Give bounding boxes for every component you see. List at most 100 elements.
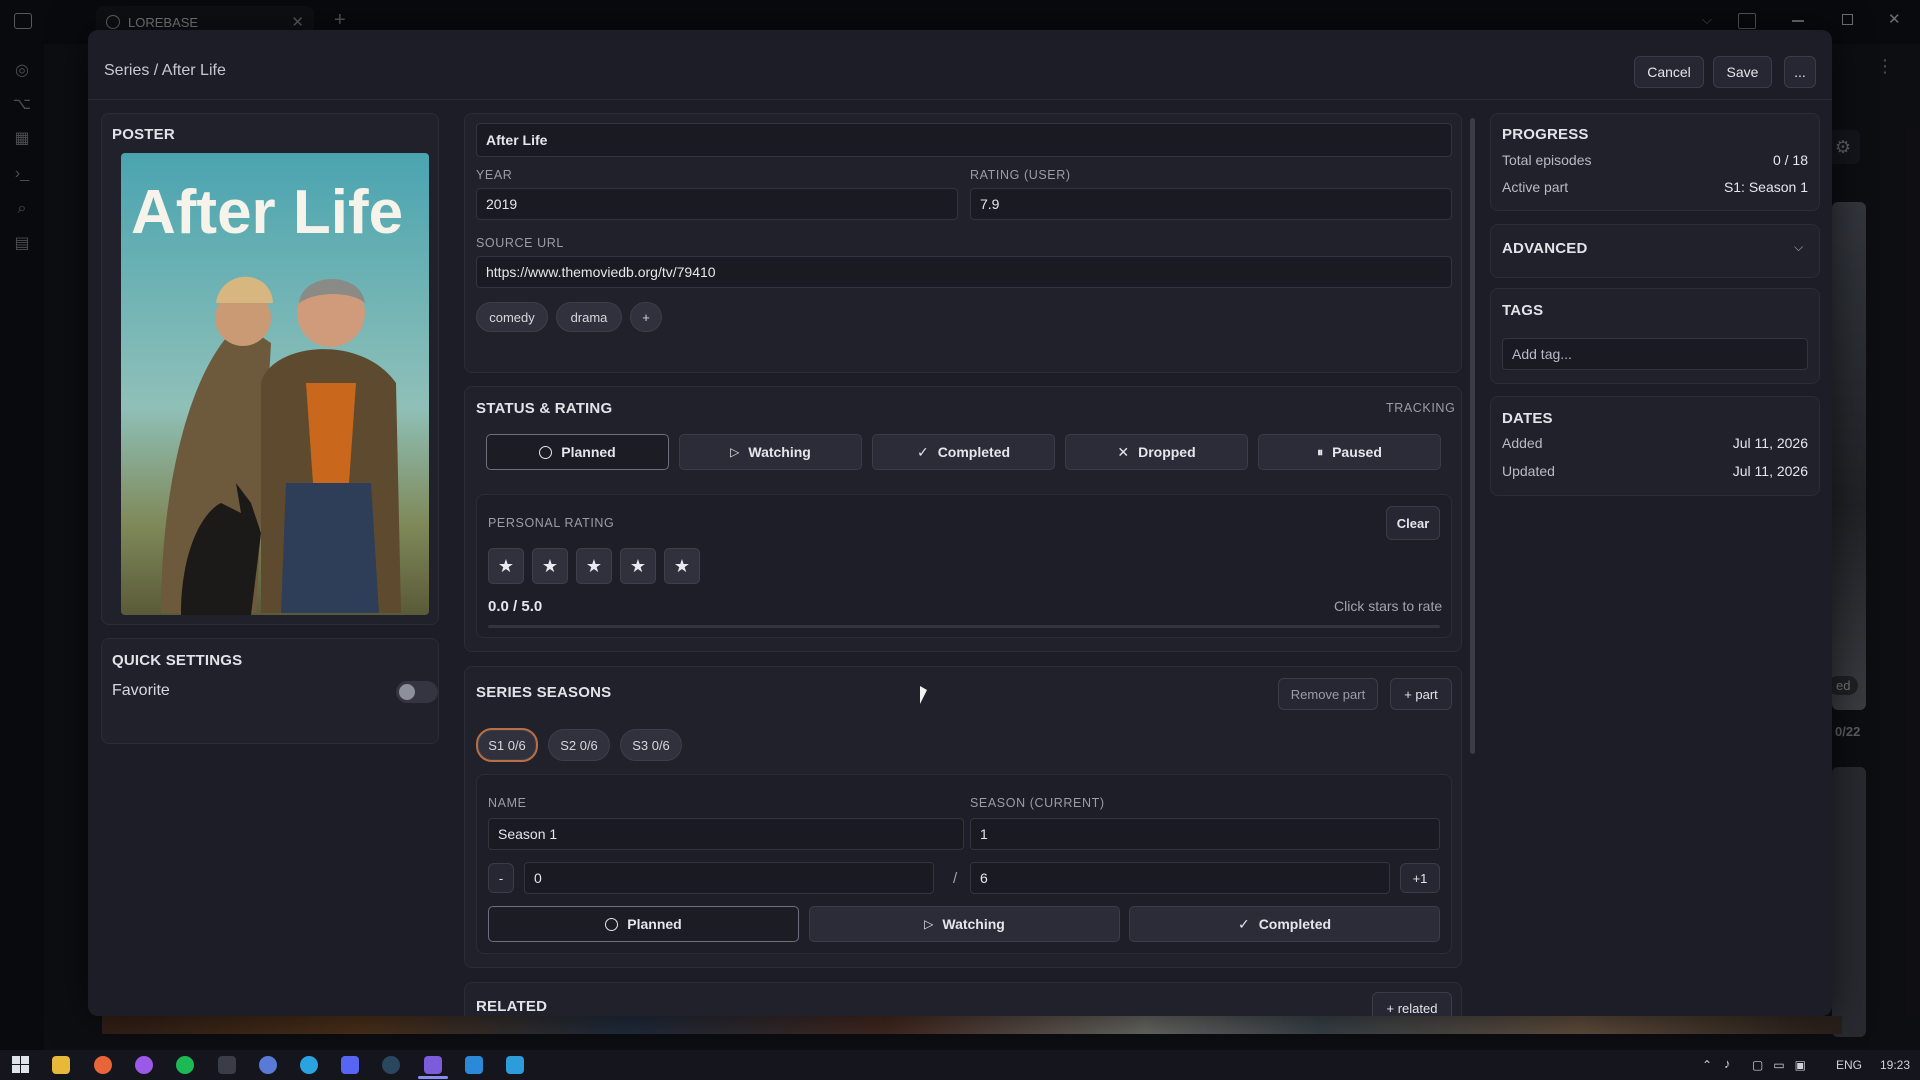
status-completed-button[interactable]: ✓ Completed bbox=[872, 434, 1055, 470]
tracking-label: TRACKING bbox=[1386, 401, 1456, 415]
rating-input[interactable]: 7.9 bbox=[970, 188, 1452, 220]
play-icon: ▷ bbox=[924, 917, 934, 931]
added-date-row: Added Jul 11, 2026 bbox=[1502, 435, 1808, 451]
clear-rating-button[interactable]: Clear bbox=[1386, 506, 1440, 540]
spotify-icon[interactable] bbox=[176, 1056, 194, 1074]
status-dropped-button[interactable]: ✕ Dropped bbox=[1065, 434, 1248, 470]
title-input[interactable]: After Life bbox=[476, 123, 1452, 157]
file-explorer-icon[interactable] bbox=[52, 1056, 70, 1074]
circle-icon bbox=[539, 445, 553, 459]
status-label: Watching bbox=[748, 444, 811, 460]
add-part-button[interactable]: + part bbox=[1390, 678, 1452, 710]
increment-episode-button[interactable]: +1 bbox=[1400, 863, 1440, 893]
add-related-button[interactable]: + related bbox=[1372, 992, 1452, 1016]
rating-bar bbox=[488, 625, 1440, 628]
episodes-total-input[interactable]: 6 bbox=[970, 862, 1390, 894]
active-part-label: Active part bbox=[1502, 179, 1569, 195]
status-label: Planned bbox=[561, 444, 616, 460]
status-label: Completed bbox=[937, 444, 1011, 460]
check-icon: ✓ bbox=[1237, 915, 1250, 932]
season-completed-button[interactable]: ✓ Completed bbox=[1129, 906, 1440, 942]
tray-chevron-icon[interactable]: ⌃ bbox=[1702, 1058, 1712, 1072]
season-current-input[interactable]: 1 bbox=[970, 818, 1440, 850]
language-indicator[interactable]: ENG bbox=[1836, 1058, 1862, 1072]
advanced-heading: ADVANCED bbox=[1502, 240, 1588, 257]
vscode-icon[interactable] bbox=[465, 1056, 483, 1074]
season-chip-s3[interactable]: S3 0/6 bbox=[620, 729, 682, 761]
related-heading: RELATED bbox=[476, 998, 548, 1015]
favorite-toggle[interactable] bbox=[396, 681, 438, 703]
discord-icon[interactable] bbox=[341, 1056, 359, 1074]
star-icon[interactable]: ★ bbox=[664, 548, 700, 584]
remove-part-button[interactable]: Remove part bbox=[1278, 678, 1378, 710]
chevron-down-icon[interactable]: ⌵ bbox=[1794, 240, 1803, 255]
star-icon[interactable]: ★ bbox=[576, 548, 612, 584]
cancel-button[interactable]: Cancel bbox=[1634, 56, 1704, 88]
year-input[interactable]: 2019 bbox=[476, 188, 958, 220]
decrement-episode-button[interactable]: - bbox=[488, 863, 514, 893]
mouse-cursor-icon bbox=[920, 686, 927, 704]
season-chip-s1[interactable]: S1 0/6 bbox=[476, 728, 538, 762]
dates-heading: DATES bbox=[1502, 410, 1553, 427]
updated-label: Updated bbox=[1502, 463, 1555, 479]
taskbar bbox=[0, 1050, 1920, 1080]
add-tag-input[interactable]: Add tag... bbox=[1502, 338, 1808, 370]
circle-icon bbox=[605, 917, 619, 931]
poster-image[interactable]: After Life bbox=[121, 153, 429, 615]
active-part-value: S1: Season 1 bbox=[1723, 179, 1808, 195]
tag-chip[interactable]: drama bbox=[556, 302, 622, 332]
clock[interactable]: 19:23 bbox=[1880, 1058, 1910, 1072]
obsidian-icon[interactable] bbox=[424, 1056, 442, 1074]
pause-icon: ⏸ bbox=[1317, 444, 1324, 459]
status-label: Paused bbox=[1332, 444, 1382, 460]
check-icon: ✓ bbox=[916, 443, 929, 460]
status-watching-button[interactable]: ▷ Watching bbox=[679, 434, 862, 470]
status-planned-button[interactable]: Planned bbox=[486, 434, 669, 470]
season-status-label: Planned bbox=[627, 916, 682, 932]
editor-icon[interactable] bbox=[506, 1056, 524, 1074]
app-icon[interactable] bbox=[218, 1056, 236, 1074]
episodes-separator: / bbox=[953, 870, 958, 887]
active-app-indicator bbox=[418, 1076, 448, 1079]
poster-title: After Life bbox=[131, 178, 403, 247]
scrollbar-thumb[interactable] bbox=[1470, 118, 1475, 754]
star-icon[interactable]: ★ bbox=[620, 548, 656, 584]
season-name-input[interactable]: Season 1 bbox=[488, 818, 964, 850]
start-icon[interactable] bbox=[12, 1056, 29, 1073]
x-icon: ✕ bbox=[1117, 443, 1130, 460]
poster-heading: POSTER bbox=[112, 126, 175, 143]
status-paused-button[interactable]: ⏸ Paused bbox=[1258, 434, 1441, 470]
season-chip-s2[interactable]: S2 0/6 bbox=[548, 729, 610, 761]
tags-heading: TAGS bbox=[1502, 302, 1544, 319]
modal-header bbox=[88, 30, 1832, 100]
globe-icon[interactable] bbox=[259, 1056, 277, 1074]
star-icon[interactable]: ★ bbox=[532, 548, 568, 584]
source-url-label: SOURCE URL bbox=[476, 236, 564, 250]
tray-icons[interactable]: ▢▭▣ bbox=[1752, 1058, 1816, 1072]
steam-icon[interactable] bbox=[382, 1056, 400, 1074]
more-button[interactable]: ... bbox=[1784, 56, 1816, 88]
add-tag-chip-button[interactable]: + bbox=[630, 302, 662, 332]
star-icon[interactable]: ★ bbox=[488, 548, 524, 584]
season-planned-button[interactable]: Planned bbox=[488, 906, 799, 942]
updated-value: Jul 11, 2026 bbox=[1732, 463, 1808, 479]
telegram-icon[interactable] bbox=[300, 1056, 318, 1074]
added-value: Jul 11, 2026 bbox=[1732, 435, 1808, 451]
star-rating[interactable]: ★ ★ ★ ★ ★ bbox=[488, 548, 700, 584]
poster-art: After Life bbox=[121, 153, 429, 615]
volume-icon[interactable]: ♪ bbox=[1724, 1056, 1731, 1071]
added-label: Added bbox=[1502, 435, 1543, 451]
source-url-input[interactable]: https://www.themoviedb.org/tv/79410 bbox=[476, 256, 1452, 288]
season-name-label: NAME bbox=[488, 796, 527, 810]
firefox-icon[interactable] bbox=[94, 1056, 112, 1074]
quick-settings-heading: QUICK SETTINGS bbox=[112, 652, 243, 669]
play-icon: ▷ bbox=[730, 445, 740, 459]
season-status-label: Watching bbox=[942, 916, 1005, 932]
episodes-watched-input[interactable]: 0 bbox=[524, 862, 934, 894]
browser-icon[interactable] bbox=[135, 1056, 153, 1074]
season-watching-button[interactable]: ▷ Watching bbox=[809, 906, 1120, 942]
save-button[interactable]: Save bbox=[1713, 56, 1772, 88]
related-panel bbox=[464, 982, 1462, 1016]
status-label: Dropped bbox=[1138, 444, 1196, 460]
tag-chip[interactable]: comedy bbox=[476, 302, 548, 332]
